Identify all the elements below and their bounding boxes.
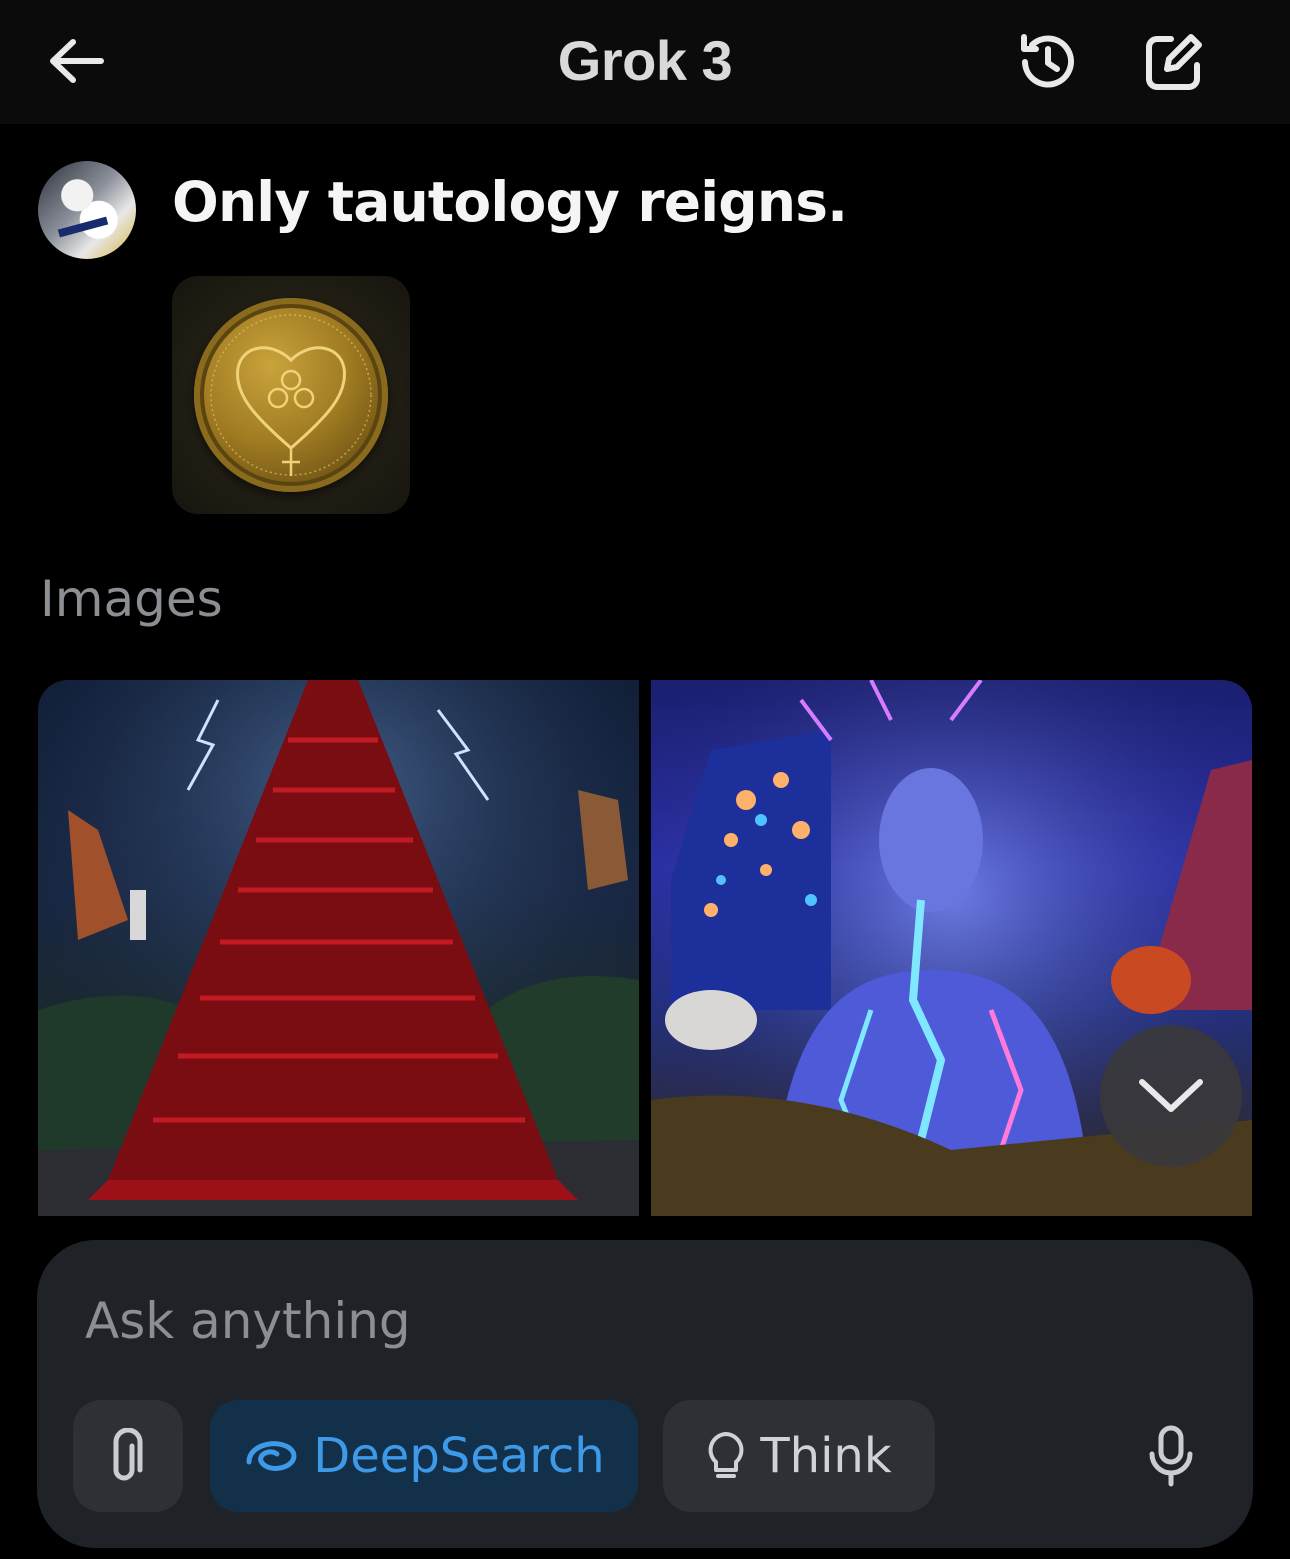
- attached-image[interactable]: [172, 276, 410, 514]
- think-button[interactable]: Think: [663, 1400, 935, 1512]
- deepsearch-label: DeepSearch: [313, 1428, 605, 1484]
- history-icon: [1021, 34, 1074, 88]
- think-label: Think: [760, 1428, 892, 1484]
- lightbulb-icon: [708, 1432, 744, 1478]
- chevron-down-icon: [1139, 1079, 1203, 1112]
- gold-coin-image: [194, 298, 388, 492]
- voice-input-button[interactable]: [1131, 1416, 1211, 1496]
- paperclip-icon: [113, 1428, 143, 1481]
- image-gallery: [38, 680, 1252, 1216]
- new-chat-button[interactable]: [1136, 26, 1212, 98]
- images-section-label: Images: [40, 570, 223, 628]
- user-avatar[interactable]: [38, 161, 136, 259]
- user-message: Only tautology reigns.: [172, 170, 848, 234]
- message-composer: DeepSearch Think: [37, 1240, 1253, 1548]
- red-tower-image[interactable]: [38, 680, 639, 1216]
- scroll-down-button[interactable]: [1100, 1025, 1242, 1167]
- compose-icon: [1146, 34, 1202, 90]
- deepsearch-button[interactable]: DeepSearch: [210, 1400, 638, 1512]
- microphone-icon: [1149, 1425, 1193, 1487]
- deepsearch-icon: [246, 1441, 297, 1471]
- page-title: Grok 3: [557, 29, 733, 92]
- ask-input[interactable]: [85, 1290, 1185, 1352]
- attach-button[interactable]: [73, 1400, 183, 1512]
- top-bar: Grok 3: [0, 0, 1290, 124]
- history-button[interactable]: [1012, 26, 1084, 98]
